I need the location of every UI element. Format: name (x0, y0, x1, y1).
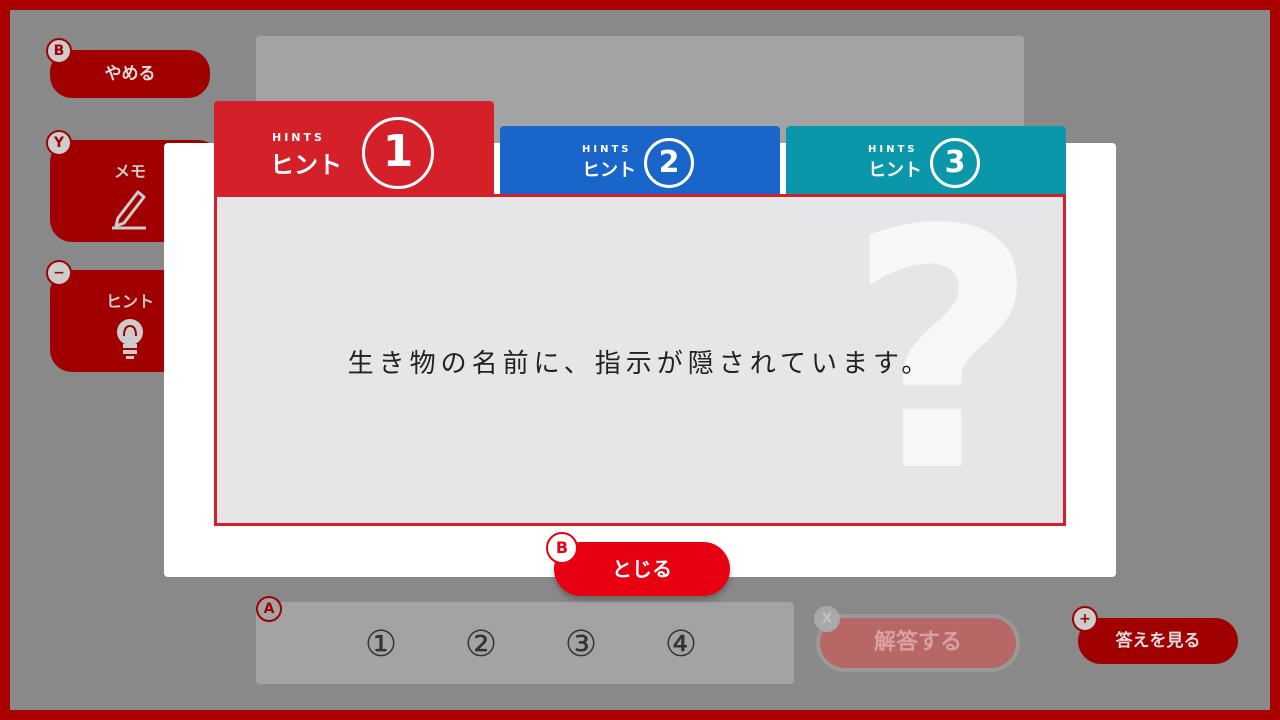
answer-choices-panel: A ① ② ③ ④ (256, 596, 794, 684)
tab-number: 1 (362, 117, 434, 189)
tab-label: ヒント (582, 160, 636, 181)
tab-label: ヒント (868, 160, 922, 181)
solve-label: 解答する (873, 630, 962, 655)
see-answer-button[interactable]: + 答えを見る (1072, 606, 1238, 664)
tab-hints-caption: HINTS (272, 131, 325, 144)
b-button-badge: B (546, 532, 578, 564)
close-button[interactable]: B とじる (546, 532, 730, 596)
solve-button[interactable]: X 解答する (814, 606, 1020, 672)
quit-button[interactable]: B やめる (46, 38, 210, 98)
pencil-icon (112, 190, 146, 230)
tab-number: 2 (644, 138, 694, 188)
choice-1[interactable]: ① (356, 620, 406, 670)
y-button-badge: Y (46, 130, 72, 156)
tab-hint-1[interactable]: HINTS ヒント 1 (214, 101, 494, 197)
lightbulb-icon (117, 319, 143, 359)
hint-text: 生き物の名前に、指示が隠されています。 (347, 349, 933, 379)
choice-4[interactable]: ④ (656, 620, 706, 670)
tab-hints-caption: HINTS (582, 144, 632, 155)
plus-button-badge: + (1072, 606, 1098, 632)
tab-hint-3[interactable]: HINTS ヒント 3 (786, 126, 1066, 196)
tab-label: ヒント (270, 151, 342, 179)
tab-number: 3 (930, 138, 980, 188)
a-button-badge: A (256, 596, 282, 622)
hint-content-panel: ? 生き物の名前に、指示が隠されています。 (214, 194, 1066, 526)
b-button-badge: B (46, 38, 72, 64)
choice-2[interactable]: ② (456, 620, 506, 670)
see-answer-label: 答えを見る (1115, 631, 1201, 651)
close-label: とじる (612, 557, 672, 581)
minus-button-badge: − (46, 260, 72, 286)
x-button-badge: X (814, 606, 840, 632)
tab-hints-caption: HINTS (868, 144, 918, 155)
quit-label: やめる (104, 64, 156, 84)
tab-hint-2[interactable]: HINTS ヒント 2 (500, 126, 780, 196)
choice-3[interactable]: ③ (556, 620, 606, 670)
